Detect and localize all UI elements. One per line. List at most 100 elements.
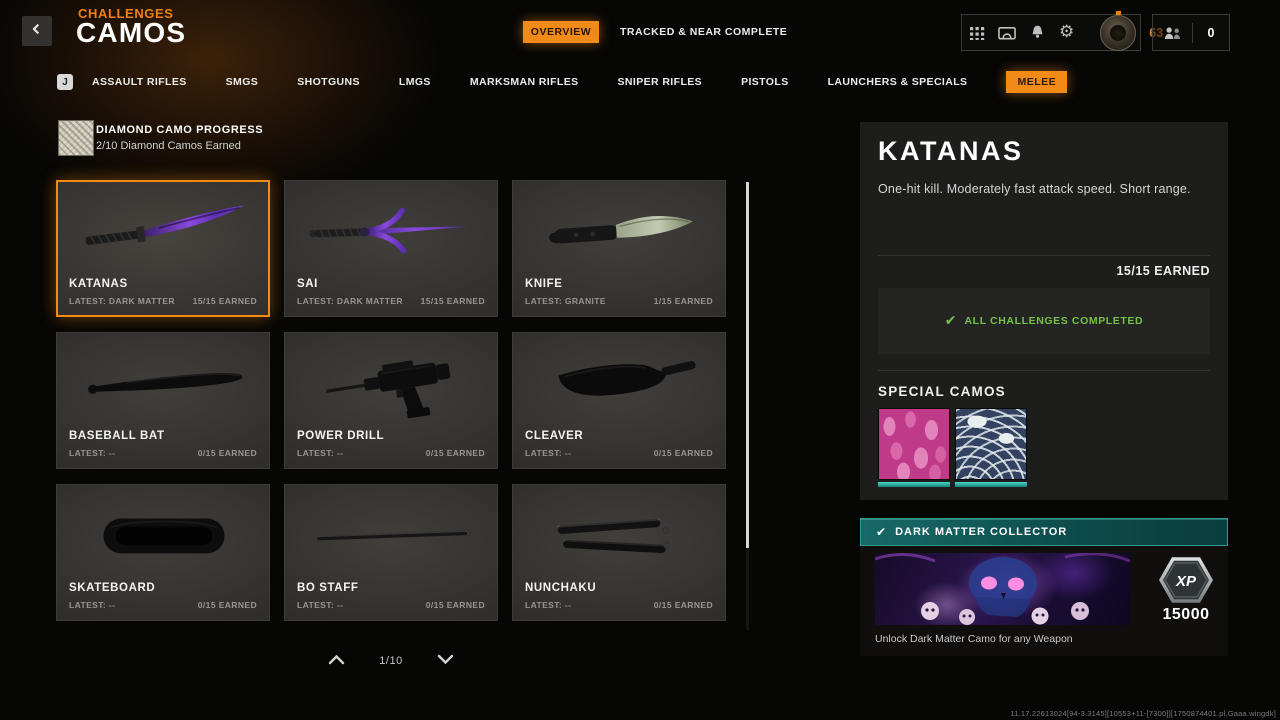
card-latest: LATEST: DARK MATTER bbox=[297, 296, 403, 306]
game-hub-icon[interactable] bbox=[998, 24, 1016, 42]
skull-art-image bbox=[875, 553, 1130, 625]
card-name: BASEBALL BAT bbox=[69, 430, 165, 442]
back-button[interactable] bbox=[22, 16, 52, 46]
dark-matter-collector-body: XP 15000 Unlock Dark Matter Camo for any… bbox=[860, 546, 1228, 656]
divider bbox=[878, 255, 1210, 256]
sai-image bbox=[309, 207, 468, 254]
special-camos-row bbox=[878, 408, 1027, 487]
card-earned: 0/15 EARNED bbox=[425, 448, 485, 458]
weapon-card-nunchaku[interactable]: NUNCHAKU LATEST: -- 0/15 EARNED bbox=[512, 484, 726, 621]
skateboard-image bbox=[103, 518, 225, 554]
camo-rarity-bar bbox=[878, 482, 950, 487]
weapon-card-skateboard[interactable]: SKATEBOARD LATEST: -- 0/15 EARNED bbox=[56, 484, 270, 621]
header-toolbar: ⚙ 63 bbox=[961, 10, 1163, 51]
card-earned: 0/15 EARNED bbox=[653, 448, 713, 458]
card-earned: 15/15 EARNED bbox=[192, 296, 257, 306]
tab-sniper-rifles[interactable]: SNIPER RIFLES bbox=[618, 76, 703, 88]
card-latest: LATEST: DARK MATTER bbox=[69, 296, 175, 306]
settings-gear-icon[interactable]: ⚙ bbox=[1059, 24, 1074, 42]
divider bbox=[878, 370, 1210, 371]
weapon-card-sai[interactable]: SAI LATEST: DARK MATTER 15/15 EARNED bbox=[284, 180, 498, 317]
apps-grid-icon[interactable] bbox=[970, 24, 985, 42]
tab-assault-rifles[interactable]: ASSAULT RIFLES bbox=[92, 76, 187, 88]
special-camos-title: SPECIAL CAMOS bbox=[878, 384, 1006, 399]
card-latest: LATEST: -- bbox=[69, 600, 116, 610]
weapon-card-katanas[interactable]: KATANAS LATEST: DARK MATTER 15/15 EARNED bbox=[56, 180, 270, 317]
card-name: CLEAVER bbox=[525, 430, 584, 442]
card-name: SAI bbox=[297, 278, 318, 290]
card-latest: LATEST: -- bbox=[69, 448, 116, 458]
tab-marksman-rifles[interactable]: MARKSMAN RIFLES bbox=[470, 76, 579, 88]
tab-launchers-specials[interactable]: LAUNCHERS & SPECIALS bbox=[828, 76, 968, 88]
weapon-card-bo-staff[interactable]: BO STAFF LATEST: -- 0/15 EARNED bbox=[284, 484, 498, 621]
nunchaku-image bbox=[557, 518, 674, 554]
detail-panel: KATANAS One-hit kill. Moderately fast at… bbox=[860, 122, 1228, 500]
card-name: POWER DRILL bbox=[297, 430, 385, 442]
special-camo-pink-petals[interactable] bbox=[878, 408, 950, 487]
card-latest: LATEST: GRANITE bbox=[525, 296, 606, 306]
emblem-marker bbox=[1116, 10, 1122, 15]
key-hint-j: J bbox=[57, 74, 73, 90]
card-name: SKATEBOARD bbox=[69, 582, 156, 594]
svg-text:XP: XP bbox=[1175, 573, 1197, 590]
dark-matter-collector-banner[interactable]: ✔ DARK MATTER COLLECTOR bbox=[860, 518, 1228, 546]
xp-badge-icon: XP bbox=[1158, 556, 1214, 604]
card-name: KNIFE bbox=[525, 278, 563, 290]
special-camo-great-wave[interactable] bbox=[955, 408, 1027, 487]
card-latest: LATEST: -- bbox=[525, 600, 572, 610]
tab-melee[interactable]: MELEE bbox=[1006, 71, 1068, 93]
card-latest: LATEST: -- bbox=[525, 448, 572, 458]
tab-smgs[interactable]: SMGS bbox=[226, 76, 259, 88]
pink-petals-camo-image bbox=[878, 408, 950, 480]
diamond-progress-subtitle: 2/10 Diamond Camos Earned bbox=[96, 140, 241, 152]
camos-screen: CHALLENGES CAMOS OVERVIEW TRACKED & NEAR… bbox=[0, 0, 1280, 720]
camo-rarity-bar bbox=[955, 482, 1027, 487]
card-earned: 0/15 EARNED bbox=[653, 600, 713, 610]
katana-image bbox=[85, 205, 244, 245]
challenges-completed-box: ✔ ALL CHALLENGES COMPLETED bbox=[878, 288, 1210, 354]
card-name: BO STAFF bbox=[297, 582, 359, 594]
weapon-card-power-drill[interactable]: POWER DRILL LATEST: -- 0/15 EARNED bbox=[284, 332, 498, 469]
tab-lmgs[interactable]: LMGS bbox=[399, 76, 431, 88]
detail-description: One-hit kill. Moderately fast attack spe… bbox=[878, 182, 1191, 196]
card-earned: 1/15 EARNED bbox=[653, 296, 713, 306]
weapon-card-cleaver[interactable]: CLEAVER LATEST: -- 0/15 EARNED bbox=[512, 332, 726, 469]
weapon-card-grid: KATANAS LATEST: DARK MATTER 15/15 EARNED … bbox=[56, 180, 726, 621]
xp-reward-value: 15000 bbox=[1162, 606, 1210, 623]
grid-scrollbar-thumb[interactable] bbox=[746, 182, 749, 548]
weapon-category-tabs: J ASSAULT RIFLES SMGS SHOTGUNS LMGS MARK… bbox=[57, 70, 1068, 94]
weapon-card-knife[interactable]: KNIFE LATEST: GRANITE 1/15 EARNED bbox=[512, 180, 726, 317]
knife-image bbox=[548, 216, 693, 244]
card-earned: 0/15 EARNED bbox=[425, 600, 485, 610]
build-version: 11.17.22613024[94-3.3145][10553+11-[7300… bbox=[1010, 709, 1276, 718]
party-count: 0 bbox=[1207, 25, 1215, 40]
page-indicator: 1/10 bbox=[379, 655, 403, 667]
check-icon: ✔ bbox=[876, 525, 887, 539]
card-latest: LATEST: -- bbox=[297, 448, 344, 458]
tab-tracked-near-complete[interactable]: TRACKED & NEAR COMPLETE bbox=[620, 26, 787, 38]
party-people-icon bbox=[1164, 24, 1182, 42]
grid-scrollbar[interactable] bbox=[746, 182, 749, 630]
challenges-completed-label: ALL CHALLENGES COMPLETED bbox=[964, 315, 1144, 327]
power-drill-image bbox=[326, 360, 451, 419]
card-earned: 15/15 EARNED bbox=[420, 296, 485, 306]
tab-overview[interactable]: OVERVIEW bbox=[523, 21, 599, 43]
diamond-progress-title: DIAMOND CAMO PROGRESS bbox=[96, 124, 264, 136]
weapon-card-baseball-bat[interactable]: BASEBALL BAT LATEST: -- 0/15 EARNED bbox=[56, 332, 270, 469]
cleaver-image bbox=[558, 361, 696, 396]
card-earned: 0/15 EARNED bbox=[197, 448, 257, 458]
pagination: 1/10 bbox=[56, 652, 726, 670]
tab-pistols[interactable]: PISTOLS bbox=[741, 76, 789, 88]
bo-staff-image bbox=[316, 530, 468, 541]
notifications-bell-icon[interactable] bbox=[1029, 24, 1046, 42]
card-latest: LATEST: -- bbox=[297, 600, 344, 610]
page-up-button[interactable] bbox=[328, 652, 345, 670]
party-widget[interactable]: 0 bbox=[1152, 14, 1230, 51]
great-wave-camo-image bbox=[955, 408, 1027, 480]
player-rank-emblem[interactable] bbox=[1100, 10, 1137, 51]
tab-shotguns[interactable]: SHOTGUNS bbox=[297, 76, 360, 88]
page-down-button[interactable] bbox=[437, 652, 454, 670]
card-name: KATANAS bbox=[69, 278, 128, 290]
card-earned: 0/15 EARNED bbox=[197, 600, 257, 610]
baseball-bat-image bbox=[88, 372, 243, 394]
